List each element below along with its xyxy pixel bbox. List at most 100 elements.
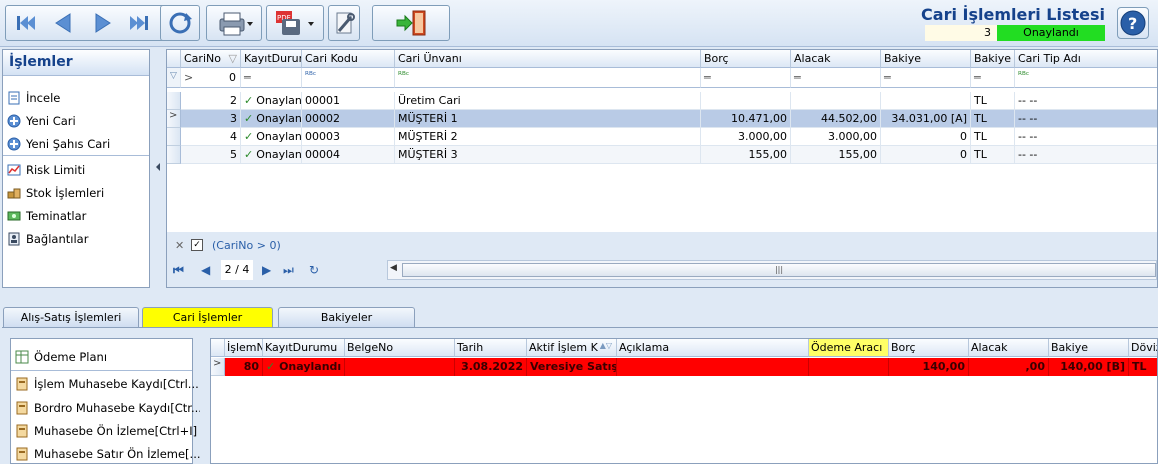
cell-kod[interactable]: 00002 [302, 110, 395, 128]
connections-link[interactable]: Bağlantılar [7, 229, 88, 249]
cell-borc[interactable]: 3.000,00 [701, 128, 791, 146]
tab-bakiyeler[interactable]: Bakiyeler [278, 307, 415, 328]
cell-unvan[interactable]: Üretim Cari [395, 92, 701, 110]
reload-icon[interactable]: ↻ [309, 263, 319, 277]
column-header-bakiye[interactable]: Bakiye [1049, 339, 1129, 357]
export-button[interactable]: PDF [266, 5, 324, 41]
filter-bakiye[interactable]: ═ [881, 68, 971, 88]
cell-borc[interactable] [701, 92, 791, 110]
first-record-icon[interactable] [9, 8, 41, 38]
cell-bd[interactable]: TL [971, 146, 1015, 164]
column-header-kayitdurumu[interactable]: KayıtDurumu [263, 339, 345, 357]
last-page-icon[interactable]: ⏭ [283, 263, 294, 278]
column-header-belgeno[interactable]: BelgeNo [345, 339, 455, 357]
cell-odeme-araci[interactable] [809, 358, 889, 376]
inspect-link[interactable]: İncele [7, 88, 60, 108]
cell-borc[interactable]: 155,00 [701, 146, 791, 164]
column-header-carino[interactable]: CariNo ▽ [181, 50, 241, 68]
help-button[interactable]: ? [1117, 7, 1149, 39]
previous-record-icon[interactable] [48, 8, 78, 38]
cell-carino[interactable]: 4 [181, 128, 241, 146]
next-page-icon[interactable]: ▶ [262, 263, 271, 277]
scroll-left-icon[interactable]: ◀ [390, 263, 397, 273]
cell-kayitdurumu[interactable]: ✓ Onaylandı [263, 358, 345, 376]
column-header-bakiye-d[interactable]: Bakiye D [971, 50, 1015, 68]
column-header-cari-tip-adi[interactable]: Cari Tip Adı [1015, 50, 1157, 68]
stock-operations-link[interactable]: Stok İşlemleri [7, 183, 104, 203]
cell-aciklama[interactable] [617, 358, 809, 376]
clear-filter-icon[interactable]: ✕ [175, 239, 184, 252]
column-header-islemno[interactable]: İşlemNo [225, 339, 263, 357]
column-header-doviz[interactable]: Döviz [1129, 339, 1157, 357]
cell-alacak[interactable]: 44.502,00 [791, 110, 881, 128]
cell-tip[interactable]: -- -- [1015, 110, 1157, 128]
previous-page-icon[interactable]: ◀ [201, 263, 210, 277]
payroll-accounting-link[interactable]: Bordro Muhasebe Kaydı[Ctr... [15, 398, 202, 418]
tab-cari-islemler[interactable]: Cari İşlemler [142, 307, 273, 328]
cell-bakiye[interactable]: 34.031,00 [A] [881, 110, 971, 128]
cell-durum[interactable]: ✓ Onaylan [241, 110, 302, 128]
cell-bd[interactable]: TL [971, 128, 1015, 146]
cell-unvan[interactable]: MÜŞTERİ 2 [395, 128, 701, 146]
cell-alacak[interactable]: 3.000,00 [791, 128, 881, 146]
column-header-cari-kodu[interactable]: Cari Kodu [302, 50, 395, 68]
cell-bakiye[interactable]: 0 [881, 128, 971, 146]
accounting-preview-link[interactable]: Muhasebe Ön İzleme[Ctrl+I] [15, 421, 197, 441]
cell-belgeno[interactable] [345, 358, 455, 376]
column-header-odeme-araci[interactable]: Ödeme Aracı [809, 339, 889, 357]
sort-filter-icon[interactable]: ▲▽ [600, 341, 612, 350]
filter-cari-tip-adi[interactable]: ᴿᴮᶜ [1015, 68, 1157, 88]
cell-alacak[interactable] [791, 92, 881, 110]
column-header-borc[interactable]: Borç [701, 50, 791, 68]
cell-alacak[interactable]: ,00 [969, 358, 1049, 376]
new-account-link[interactable]: Yeni Cari [7, 111, 76, 131]
exit-button[interactable] [372, 5, 450, 41]
page-indicator[interactable]: 2 / 4 [221, 260, 253, 280]
column-header-tarih[interactable]: Tarih [455, 339, 527, 357]
cell-kod[interactable]: 00004 [302, 146, 395, 164]
filter-expression[interactable]: (CariNo > 0) [212, 239, 281, 252]
filter-alacak[interactable]: ═ [791, 68, 881, 88]
cell-alacak[interactable]: 155,00 [791, 146, 881, 164]
cell-borc[interactable]: 140,00 [889, 358, 969, 376]
cell-kod[interactable]: 00003 [302, 128, 395, 146]
column-header-cari-unvani[interactable]: Cari Ünvanı [395, 50, 701, 68]
risk-limit-link[interactable]: Risk Limiti [7, 160, 85, 180]
bottom-splitter[interactable] [200, 338, 208, 464]
panel-splitter[interactable] [153, 49, 163, 288]
column-header-alacak[interactable]: Alacak [969, 339, 1049, 357]
next-record-icon[interactable] [88, 8, 118, 38]
new-person-account-link[interactable]: Yeni Şahıs Cari [7, 134, 110, 154]
column-header-bakiye[interactable]: Bakiye [881, 50, 971, 68]
cell-carino[interactable]: 5 [181, 146, 241, 164]
cell-doviz[interactable]: TL [1129, 358, 1157, 376]
cell-unvan[interactable]: MÜŞTERİ 1 [395, 110, 701, 128]
payment-plan-link[interactable]: Ödeme Planı [15, 347, 107, 367]
filter-cari-kodu[interactable]: ᴿᴮᶜ [302, 68, 395, 88]
print-button[interactable] [206, 5, 262, 41]
column-header-alacak[interactable]: Alacak [791, 50, 881, 68]
cell-bakiye[interactable]: 0 [881, 146, 971, 164]
filter-carino[interactable]: >0 [181, 68, 241, 88]
cell-durum[interactable]: ✓ Onaylan [241, 92, 302, 110]
column-header-aktif-islem[interactable]: Aktif İşlem K ▲▽ [527, 339, 617, 357]
cell-tip[interactable]: -- -- [1015, 128, 1157, 146]
scrollbar-thumb[interactable]: ||| [402, 263, 1156, 277]
cell-bakiye[interactable]: 140,00 [B] [1049, 358, 1129, 376]
cell-carino[interactable]: 2 [181, 92, 241, 110]
filter-checkbox[interactable]: ✓ [191, 239, 203, 251]
column-header-aciklama[interactable]: Açıklama [617, 339, 809, 357]
cell-tarih[interactable]: 3.08.2022 [455, 358, 527, 376]
tools-button[interactable] [328, 5, 360, 41]
cell-tip[interactable]: -- -- [1015, 146, 1157, 164]
cell-durum[interactable]: ✓ Onaylan [241, 146, 302, 164]
filter-kayitdurumu[interactable]: ═ [241, 68, 302, 88]
cell-bakiye[interactable] [881, 92, 971, 110]
filter-cari-unvani[interactable]: ᴿᴮᶜ [395, 68, 701, 88]
cell-kod[interactable]: 00001 [302, 92, 395, 110]
filter-bakiye-d[interactable]: ═ [971, 68, 1015, 88]
accounting-line-preview-link[interactable]: Muhasebe Satır Ön İzleme[... [15, 444, 201, 464]
transaction-accounting-link[interactable]: İşlem Muhasebe Kaydı[Ctrl... [15, 374, 199, 394]
refresh-button[interactable] [160, 5, 200, 41]
cell-unvan[interactable]: MÜŞTERİ 3 [395, 146, 701, 164]
